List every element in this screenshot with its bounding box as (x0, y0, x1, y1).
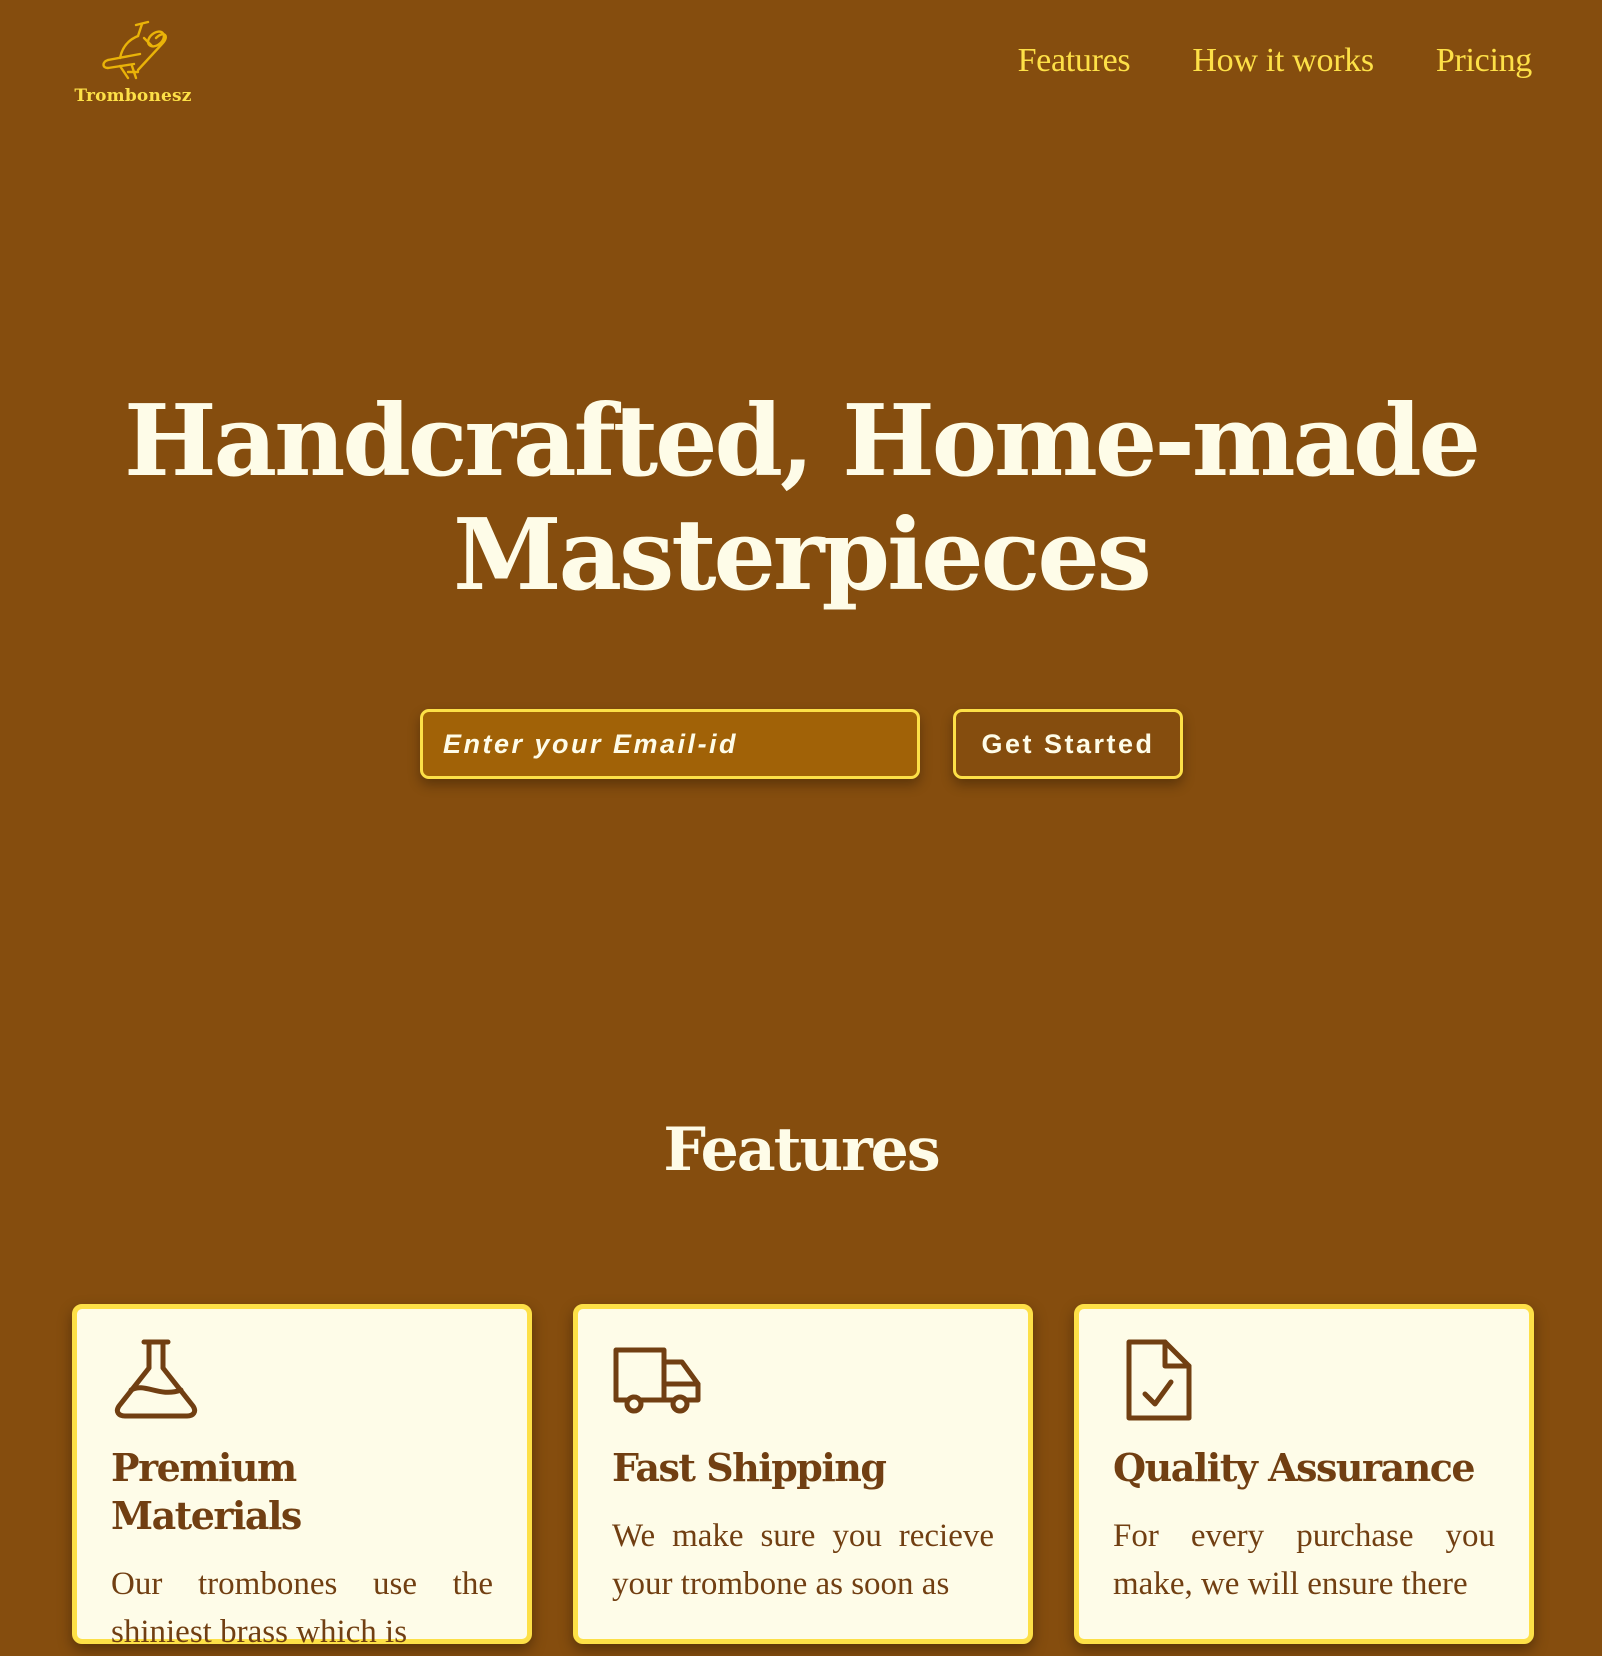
nav-menu: Features How it works Pricing (1018, 42, 1533, 80)
signup-form: Get Started (420, 709, 1183, 779)
feature-title: Premium Materials (111, 1445, 302, 1538)
feature-card-fast-shipping: Fast Shipping We make sure you recieve y… (573, 1304, 1033, 1644)
brand-logo[interactable]: Trombonesz (72, 20, 194, 114)
feature-description: Our trombones use the shiniest brass whi… (111, 1566, 493, 1650)
hero-title-line2: Masterpieces (453, 498, 1152, 613)
feature-title: Quality Assurance (1113, 1445, 1476, 1490)
flask-icon (114, 1339, 198, 1419)
features-heading: Features (663, 1115, 940, 1185)
feature-description: For every purchase you make, we will ens… (1113, 1518, 1495, 1602)
brand-name: Trombonesz (74, 86, 192, 106)
feature-title: Fast Shipping (612, 1445, 887, 1490)
nav-link-features[interactable]: Features (1018, 42, 1131, 80)
nav-link-how-it-works[interactable]: How it works (1192, 42, 1374, 80)
nav-link-pricing[interactable]: Pricing (1436, 42, 1532, 80)
email-input[interactable] (420, 709, 920, 779)
truck-icon (613, 1347, 701, 1414)
feature-description: We make sure you recieve your trombone a… (612, 1518, 994, 1602)
feature-card-premium-materials: Premium Materials Our trombones use the … (72, 1304, 532, 1650)
get-started-button[interactable]: Get Started (953, 709, 1183, 779)
feature-card-quality-assurance: Quality Assurance For every purchase you… (1074, 1304, 1534, 1644)
hero-title: Handcrafted, Home-made Masterpieces (0, 385, 1602, 613)
hero-title-line1: Handcrafted, Home-made (124, 384, 1481, 499)
trombone-icon (102, 20, 167, 80)
navbar: Trombonesz Features How it works Pricing (0, 0, 1602, 130)
features-cards: Premium Materials Our trombones use the … (72, 1304, 1534, 1650)
file-check-icon (1126, 1339, 1192, 1421)
